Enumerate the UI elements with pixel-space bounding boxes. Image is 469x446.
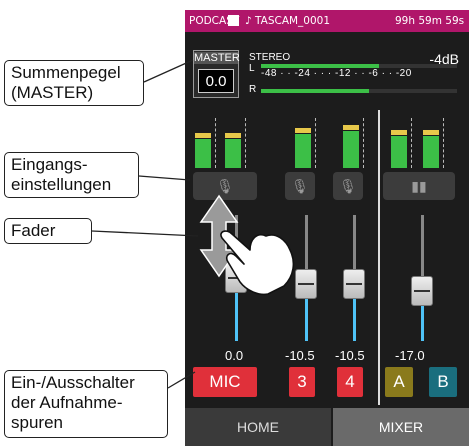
file-name: ♪ TASCAM_0001 (245, 15, 331, 27)
meter-scale-ticks (315, 118, 322, 168)
fader-knob[interactable] (411, 275, 433, 306)
callout-eingangseinstellungen: Eingangs- einstellungen (4, 152, 139, 198)
input-settings-button[interactable]: 🎙 (193, 172, 257, 200)
record-status-icon (228, 15, 239, 26)
master-label: MASTER (194, 52, 240, 64)
master-button[interactable]: MASTER 0.0 (193, 50, 240, 98)
input-settings-button[interactable]: 🎙 (285, 172, 315, 200)
peak-indicator (225, 133, 241, 139)
tab-mixer[interactable]: MIXER (333, 408, 469, 446)
master-value: 0.0 (198, 69, 234, 93)
remaining-time: 99h 59m 59s (395, 15, 465, 27)
meter-scale-ticks (443, 118, 450, 168)
device-screen: PODCAST ♪ TASCAM_0001 99h 59m 59s MASTER… (185, 10, 469, 446)
meter-scale: -48 · · -24 · · · -12 · · -6 · · -20 (261, 68, 412, 79)
input-settings-button[interactable]: 🎙 (333, 172, 363, 200)
peak-indicator (391, 129, 407, 135)
peak-indicator (343, 125, 359, 131)
callout-summenpegel: Summenpegel (MASTER) (4, 60, 144, 106)
status-bar: PODCAST ♪ TASCAM_0001 99h 59m 59s (185, 10, 469, 32)
leader-eingang (138, 175, 191, 181)
channel-level-meter (225, 139, 241, 168)
stereo-label: STEREO (249, 52, 291, 63)
meter-scale-ticks (411, 118, 418, 168)
fader-value: -10.5 (335, 348, 365, 363)
meter-scale-ticks (245, 118, 252, 168)
rec-button-mic[interactable]: MIC (193, 367, 257, 397)
fader-value: -10.5 (285, 348, 315, 363)
channel-level-meter (295, 133, 311, 168)
left-channel-label: L (249, 63, 255, 74)
peak-indicator (295, 127, 311, 133)
fader-value: -17.0 (395, 348, 425, 363)
meter-scale-ticks (363, 118, 370, 168)
leader-fader (91, 230, 199, 237)
master-meter-right (261, 89, 457, 93)
callout-aufnahmespuren: Ein-/Ausschalter der Aufnahme- spuren (4, 370, 168, 438)
channel-level-meter (343, 131, 359, 168)
fader-knob[interactable] (295, 269, 317, 300)
fader-value: 0.0 (225, 348, 244, 363)
fader-knob[interactable] (225, 263, 247, 293)
bus-settings-button[interactable]: ▮▮ (383, 172, 455, 200)
meter-scale-ticks (215, 118, 222, 168)
master-meter-left (261, 64, 457, 68)
rec-button-a[interactable]: A (385, 367, 413, 397)
peak-indicator (195, 133, 211, 139)
callout-fader: Fader (4, 218, 92, 244)
channel-level-meter (195, 139, 211, 168)
fader-knob[interactable] (343, 269, 365, 300)
rec-button-3[interactable]: 3 (289, 367, 315, 397)
rec-button-b[interactable]: B (429, 367, 457, 397)
channel-level-meter (423, 135, 439, 168)
peak-indicator (423, 129, 439, 135)
channel-level-meter (391, 135, 407, 168)
tab-home[interactable]: HOME (185, 408, 331, 446)
rec-button-4[interactable]: 4 (337, 367, 363, 397)
right-channel-label: R (249, 84, 257, 95)
bus-separator (378, 110, 380, 405)
